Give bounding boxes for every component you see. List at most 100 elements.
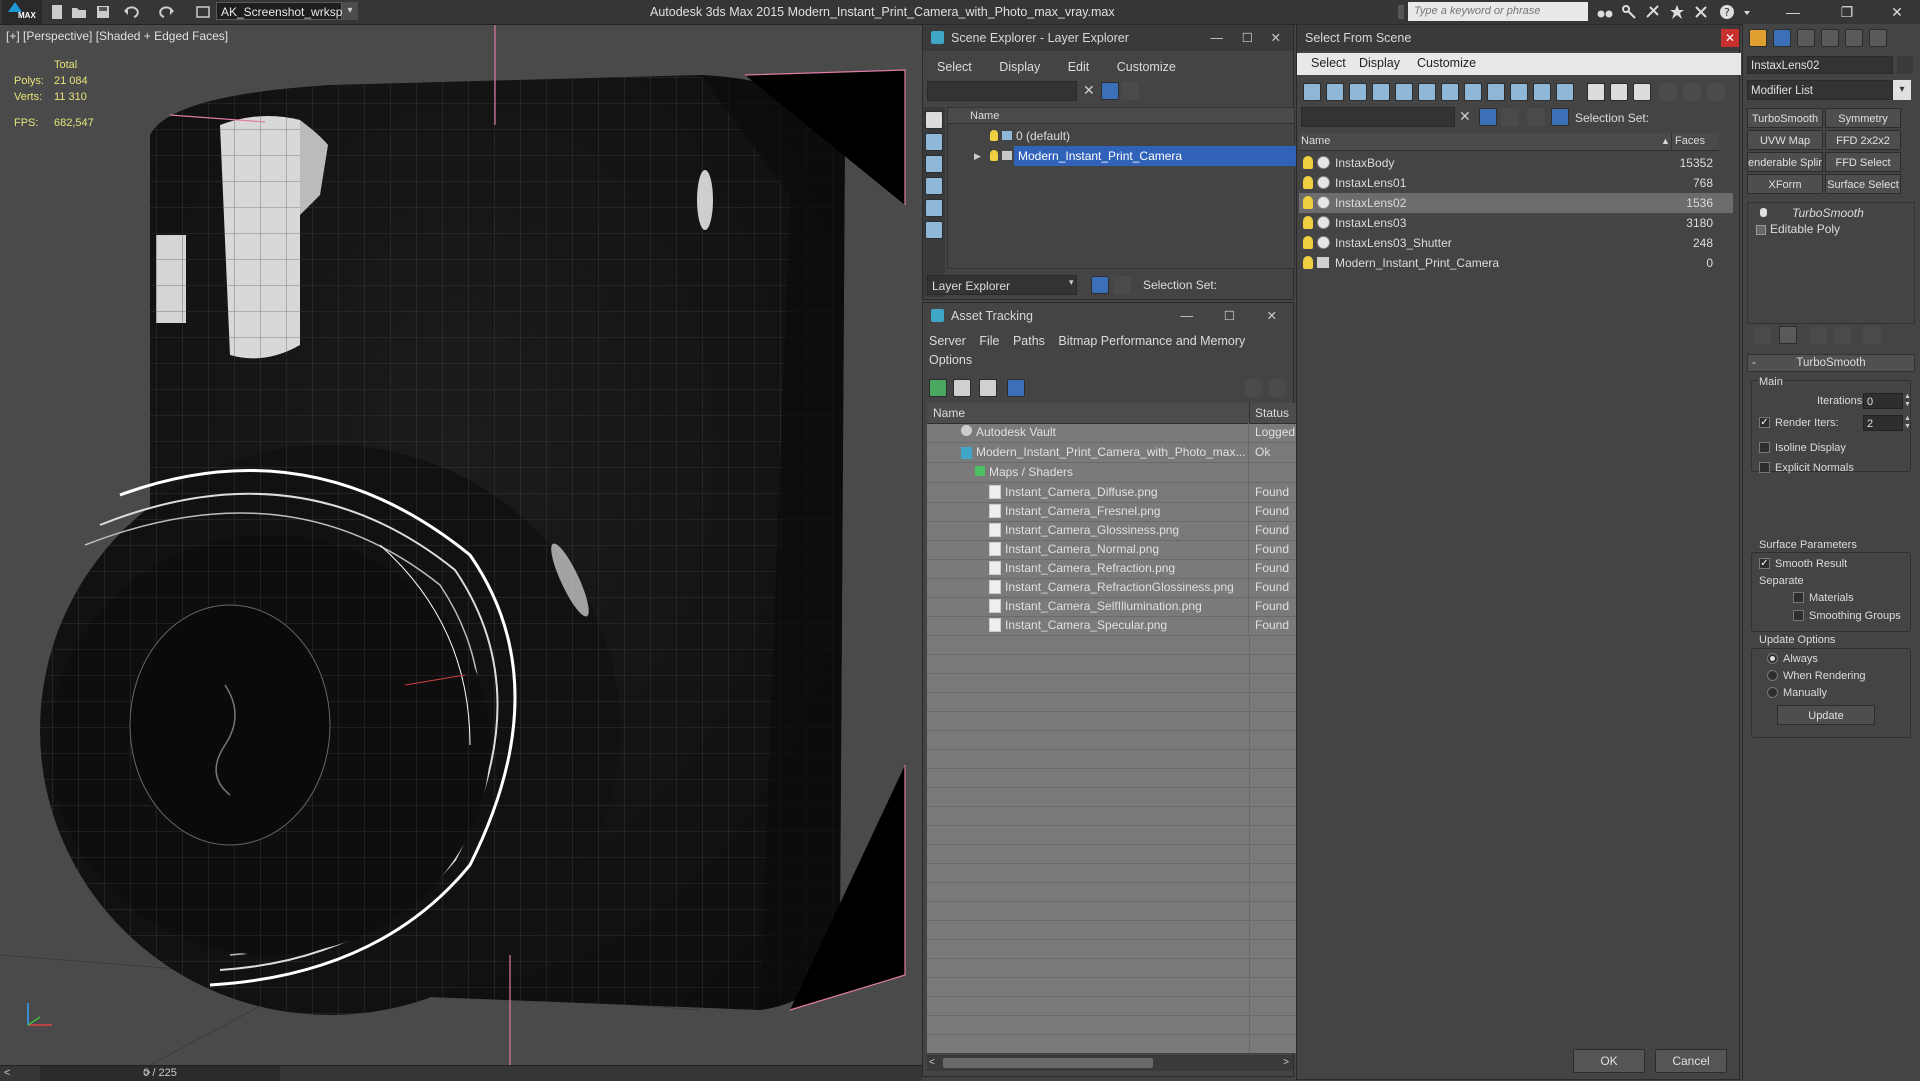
object-color-swatch[interactable] bbox=[1897, 56, 1913, 74]
layer-explorer-icon[interactable] bbox=[1091, 276, 1109, 294]
display-bones-icon[interactable] bbox=[1487, 83, 1505, 101]
asset-tracking-maximize-icon[interactable]: ☐ bbox=[1224, 303, 1235, 329]
menu-paths[interactable]: Paths bbox=[1013, 334, 1045, 348]
display-containers-icon[interactable] bbox=[1510, 83, 1528, 101]
modifier-list-dropdown[interactable]: Modifier List bbox=[1747, 80, 1893, 100]
display-tab-icon[interactable] bbox=[1845, 29, 1863, 47]
scroll-thumb[interactable] bbox=[943, 1058, 1153, 1068]
close-window-icon[interactable]: ✕ bbox=[1880, 0, 1914, 24]
asset-row-maxfile[interactable]: Modern_Instant_Print_Camera_with_Photo_m… bbox=[927, 443, 1297, 463]
surface-select-button[interactable]: Surface Select bbox=[1825, 174, 1901, 194]
layer-row-default[interactable]: 0 (default) bbox=[948, 126, 1294, 146]
turbosmooth-button[interactable]: TurboSmooth bbox=[1747, 108, 1823, 128]
layer-row-camera[interactable]: ▶ Modern_Instant_Print_Camera bbox=[948, 146, 1312, 166]
vault-settings-icon[interactable] bbox=[1269, 379, 1287, 397]
workspace-dropdown-arrow[interactable]: ▾ bbox=[342, 2, 358, 20]
thumbnail-view-icon[interactable] bbox=[979, 379, 997, 397]
asset-row-file[interactable]: Instant_Camera_Normal.png Found bbox=[927, 540, 1297, 560]
workspace-dropdown[interactable]: AK_Screenshot_wrksp bbox=[216, 2, 342, 20]
make-unique-icon[interactable] bbox=[1809, 326, 1827, 344]
display-spacewarps-icon[interactable] bbox=[925, 221, 943, 239]
select-from-scene-close-icon[interactable]: ✕ bbox=[1721, 29, 1739, 47]
create-tab-icon[interactable] bbox=[1749, 29, 1767, 47]
minimize-window-icon[interactable]: — bbox=[1776, 0, 1810, 24]
display-spacewarps-icon[interactable] bbox=[1418, 83, 1436, 101]
manually-radio[interactable] bbox=[1767, 687, 1778, 698]
remove-modifier-icon[interactable] bbox=[1833, 326, 1851, 344]
binoculars-icon[interactable] bbox=[1596, 3, 1614, 21]
update-button[interactable]: Update bbox=[1777, 705, 1875, 725]
display-shapes-icon[interactable] bbox=[1326, 83, 1344, 101]
always-radio[interactable] bbox=[1767, 653, 1778, 664]
menu-select[interactable]: Select bbox=[1311, 56, 1346, 70]
smoothing-groups-checkbox[interactable] bbox=[1793, 610, 1804, 621]
display-all-icon[interactable] bbox=[1587, 83, 1605, 101]
bulb-icon[interactable] bbox=[1303, 216, 1313, 229]
bulb-icon[interactable] bbox=[1303, 196, 1313, 209]
object-row[interactable]: InstaxLens01 768 bbox=[1299, 173, 1733, 193]
cancel-button[interactable]: Cancel bbox=[1655, 1049, 1727, 1073]
new-file-icon[interactable] bbox=[48, 3, 66, 21]
pin-stack-icon[interactable] bbox=[1753, 326, 1771, 344]
layers-toggle-icon[interactable] bbox=[1501, 108, 1519, 126]
display-cameras-icon[interactable] bbox=[925, 177, 943, 195]
utilities-tab-icon[interactable] bbox=[1869, 29, 1887, 47]
col-status-header[interactable]: Status bbox=[1255, 403, 1289, 423]
hierarchy-tab-icon[interactable] bbox=[1797, 29, 1815, 47]
col-name-header[interactable]: Name bbox=[1301, 133, 1330, 149]
favorites-star-icon[interactable] bbox=[1668, 3, 1686, 21]
hierarchy-icon[interactable] bbox=[1113, 276, 1131, 294]
explicit-normals-checkbox[interactable] bbox=[1759, 462, 1770, 473]
time-slider-readout[interactable]: 0 / 225 bbox=[40, 1066, 280, 1081]
time-slider-next-icon[interactable]: > bbox=[144, 1066, 150, 1081]
col-faces-header[interactable]: Faces bbox=[1675, 133, 1705, 149]
filter-icon[interactable] bbox=[1479, 108, 1497, 126]
display-invert-icon[interactable] bbox=[1633, 83, 1651, 101]
scene-explorer-search-field[interactable] bbox=[927, 81, 1077, 101]
modifier-list-arrow-icon[interactable]: ▾ bbox=[1893, 80, 1911, 100]
object-row[interactable]: InstaxBody 15352 bbox=[1299, 153, 1733, 173]
asset-row-file[interactable]: Instant_Camera_SelfIllumination.png Found bbox=[927, 597, 1297, 617]
configure-modifier-sets-icon[interactable] bbox=[1863, 326, 1881, 344]
menu-customize[interactable]: Customize bbox=[1417, 56, 1476, 70]
bulb-icon[interactable] bbox=[1303, 236, 1313, 249]
light-bulb-icon[interactable] bbox=[1760, 208, 1767, 217]
display-xrefs-icon[interactable] bbox=[1464, 83, 1482, 101]
asset-tracking-minimize-icon[interactable]: — bbox=[1181, 303, 1194, 329]
object-row-selected[interactable]: InstaxLens02 1536 bbox=[1299, 193, 1733, 213]
bulb-icon[interactable] bbox=[1303, 176, 1313, 189]
layer-icon[interactable] bbox=[1527, 108, 1545, 126]
motion-tab-icon[interactable] bbox=[1821, 29, 1839, 47]
display-none-icon[interactable] bbox=[1610, 83, 1628, 101]
display-geometry-icon[interactable] bbox=[925, 111, 943, 129]
clear-search-icon[interactable]: ✕ bbox=[1459, 108, 1471, 125]
list-view-icon[interactable] bbox=[953, 379, 971, 397]
columns-icon[interactable] bbox=[1707, 83, 1725, 101]
menu-file[interactable]: File bbox=[979, 334, 999, 348]
stack-item-turbosmooth[interactable]: TurboSmooth bbox=[1748, 205, 1914, 221]
turbosmooth-rollout-header[interactable]: - TurboSmooth bbox=[1747, 354, 1915, 372]
select-from-scene-search-field[interactable] bbox=[1301, 107, 1455, 127]
ffd-button[interactable]: FFD 2x2x2 bbox=[1825, 130, 1901, 150]
render-iters-spinner-arrows-icon[interactable]: ▲ ▼ bbox=[1904, 415, 1911, 431]
asset-tracking-close-icon[interactable]: ✕ bbox=[1267, 303, 1277, 329]
project-folder-icon[interactable] bbox=[194, 3, 212, 21]
bulb-icon[interactable] bbox=[990, 130, 998, 141]
menu-display[interactable]: Display bbox=[999, 60, 1040, 74]
scene-explorer-maximize-icon[interactable]: ☐ bbox=[1242, 25, 1253, 51]
iterations-spinner[interactable]: 0 bbox=[1863, 393, 1903, 409]
filter-funnel-icon[interactable] bbox=[1659, 83, 1677, 101]
table-view-icon[interactable] bbox=[1007, 379, 1025, 397]
key-icon[interactable] bbox=[1620, 3, 1638, 21]
bulb-icon[interactable] bbox=[990, 150, 998, 161]
filter-icon[interactable] bbox=[1101, 82, 1119, 100]
asset-row-file[interactable]: Instant_Camera_Diffuse.png Found bbox=[927, 483, 1297, 503]
clear-search-icon[interactable]: ✕ bbox=[1083, 82, 1095, 99]
refresh-icon[interactable] bbox=[929, 379, 947, 397]
symmetry-button[interactable]: Symmetry bbox=[1825, 108, 1901, 128]
asset-row-file[interactable]: Instant_Camera_Fresnel.png Found bbox=[927, 502, 1297, 522]
stack-item-editable-poly[interactable]: Editable Poly bbox=[1748, 221, 1914, 237]
display-hidden-icon[interactable] bbox=[1556, 83, 1574, 101]
open-folder-icon[interactable] bbox=[70, 3, 88, 21]
ok-button[interactable]: OK bbox=[1573, 1049, 1645, 1073]
